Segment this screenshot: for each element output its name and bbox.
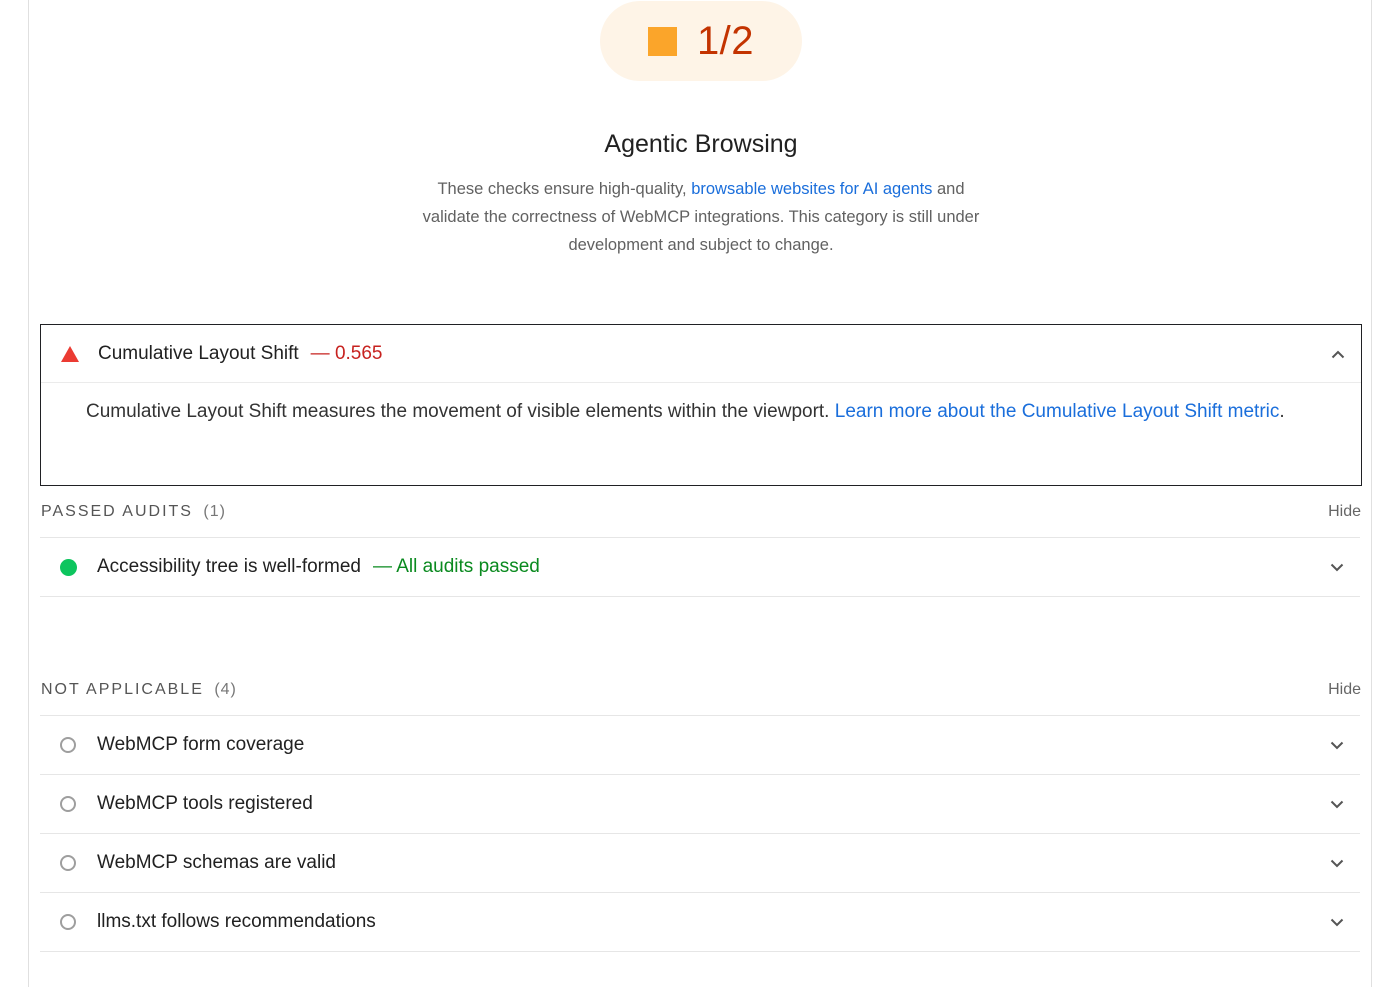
chevron-down-icon[interactable] <box>1328 736 1346 754</box>
passed-audits-count: (1) <box>203 503 226 520</box>
audit-display-value: — 0.565 <box>310 342 383 364</box>
audit-title-text: Accessibility tree is well-formed <box>97 556 361 577</box>
passed-audits-hide-button[interactable]: Hide <box>1328 503 1361 521</box>
average-score-icon <box>647 26 677 56</box>
audit-title: WebMCP tools registered <box>97 793 313 814</box>
passed-audits-title: PASSED AUDITS (1) <box>41 503 226 521</box>
not-applicable-hide-button[interactable]: Hide <box>1328 681 1361 699</box>
category-description: These checks ensure high-quality, browsa… <box>411 175 991 259</box>
not-applicable-circle-icon <box>60 914 76 930</box>
browsable-websites-link[interactable]: browsable websites for AI agents <box>691 180 932 198</box>
score-gauge: 1/2 <box>600 1 802 81</box>
fail-triangle-icon <box>61 346 79 362</box>
not-applicable-circle-icon <box>60 855 76 871</box>
audit-webmcp-form-coverage[interactable]: WebMCP form coverage <box>40 716 1360 775</box>
report-frame: 1/2 Agentic Browsing These checks ensure… <box>28 0 1372 987</box>
audit-title-text: Cumulative Layout Shift <box>98 342 299 364</box>
passed-audits-label: PASSED AUDITS <box>41 503 193 520</box>
audit-llms-txt[interactable]: llms.txt follows recommendations <box>40 893 1360 952</box>
audit-title: WebMCP form coverage <box>97 734 305 755</box>
not-applicable-title: NOT APPLICABLE (4) <box>41 681 237 699</box>
audit-description: Cumulative Layout Shift measures the mov… <box>41 383 1361 429</box>
audit-accessibility-tree[interactable]: Accessibility tree is well-formed — All a… <box>40 538 1360 597</box>
audit-description-text: Cumulative Layout Shift measures the mov… <box>86 401 835 422</box>
not-applicable-list: WebMCP form coverage WebMCP tools regist… <box>40 715 1360 952</box>
passed-audits-header: PASSED AUDITS (1) Hide <box>41 498 1361 526</box>
chevron-down-icon[interactable] <box>1328 854 1346 872</box>
audit-title: WebMCP schemas are valid <box>97 852 337 873</box>
audit-display-value: — All audits passed <box>372 556 540 577</box>
passed-audits-list: Accessibility tree is well-formed — All a… <box>40 537 1360 597</box>
not-applicable-label: NOT APPLICABLE <box>41 681 204 698</box>
audit-description-suffix: . <box>1279 401 1285 422</box>
category-desc-before: These checks ensure high-quality, <box>437 180 692 198</box>
audit-webmcp-schemas-valid[interactable]: WebMCP schemas are valid <box>40 834 1360 893</box>
audit-title: llms.txt follows recommendations <box>97 911 376 932</box>
chevron-down-icon[interactable] <box>1328 795 1346 813</box>
not-applicable-header: NOT APPLICABLE (4) Hide <box>41 676 1361 704</box>
chevron-up-icon[interactable] <box>1329 345 1347 363</box>
pass-circle-icon <box>60 559 77 576</box>
not-applicable-count: (4) <box>214 681 237 698</box>
audit-cumulative-layout-shift: Cumulative Layout Shift — 0.565 Cumulativ… <box>40 324 1362 486</box>
chevron-down-icon[interactable] <box>1328 558 1346 576</box>
category-title: Agentic Browsing <box>604 130 798 158</box>
audit-header-cls[interactable]: Cumulative Layout Shift — 0.565 <box>41 325 1361 383</box>
not-applicable-circle-icon <box>60 737 76 753</box>
score-value: 1/2 <box>696 18 755 63</box>
chevron-down-icon[interactable] <box>1328 913 1346 931</box>
audit-title: Accessibility tree is well-formed — All a… <box>97 556 540 578</box>
learn-more-cls-link[interactable]: Learn more about the Cumulative Layout S… <box>835 401 1280 422</box>
audit-webmcp-tools-registered[interactable]: WebMCP tools registered <box>40 775 1360 834</box>
audit-title: Cumulative Layout Shift — 0.565 <box>98 343 383 365</box>
not-applicable-circle-icon <box>60 796 76 812</box>
